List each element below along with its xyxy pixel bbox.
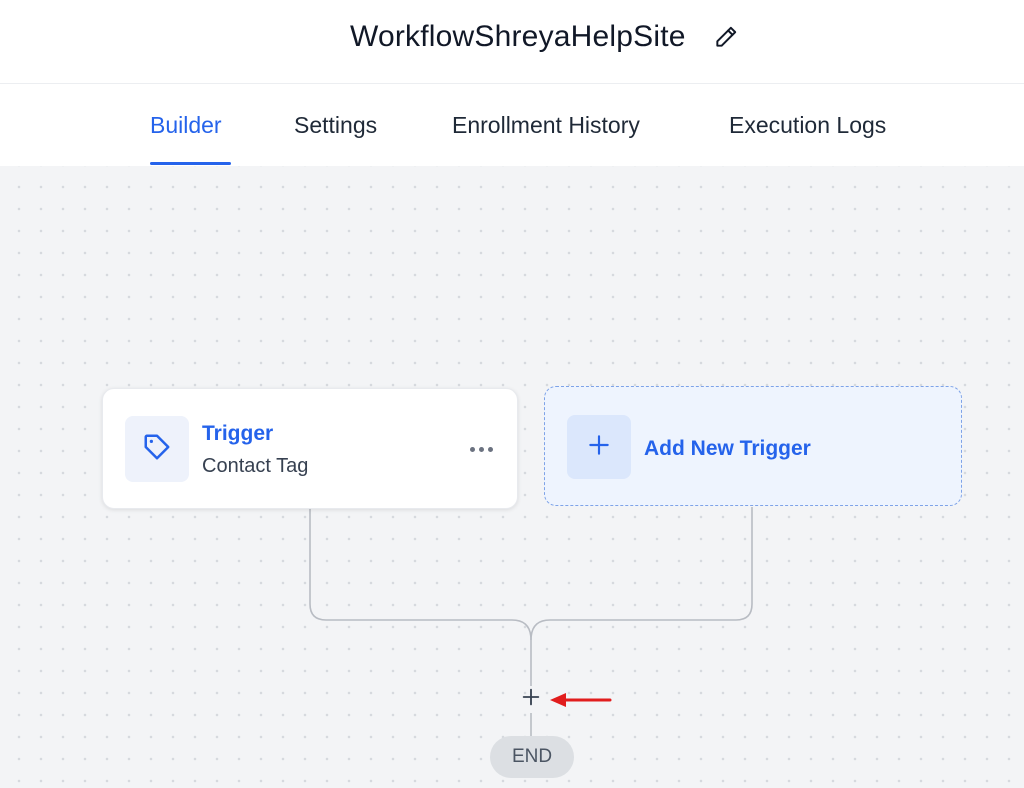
tab-execution-logs[interactable]: Execution Logs [729, 112, 886, 139]
red-arrow-icon [550, 693, 612, 707]
trigger-subtitle: Contact Tag [202, 455, 309, 477]
trigger-icon-box [125, 416, 189, 482]
trigger-title: Trigger [202, 422, 274, 445]
tab-settings[interactable]: Settings [294, 112, 377, 139]
trigger-card[interactable]: Trigger Contact Tag [102, 388, 518, 509]
add-step-button[interactable] [518, 686, 544, 712]
pencil-icon[interactable] [712, 23, 740, 51]
tab-builder[interactable]: Builder [150, 112, 222, 139]
tab-enrollment-history[interactable]: Enrollment History [452, 112, 640, 139]
active-tab-indicator [150, 162, 231, 165]
plus-icon [520, 686, 542, 713]
title-bar: WorkflowShreyaHelpSite [0, 0, 1024, 84]
end-node: END [490, 736, 574, 778]
workflow-title: WorkflowShreyaHelpSite [350, 20, 686, 53]
add-new-trigger-label: Add New Trigger [644, 437, 811, 460]
plus-icon [586, 432, 612, 463]
add-trigger-icon-box [567, 415, 631, 479]
more-horizontal-icon[interactable] [461, 435, 501, 463]
add-new-trigger-button[interactable]: Add New Trigger [544, 386, 962, 506]
tag-icon [142, 432, 172, 467]
workflow-title-group: WorkflowShreyaHelpSite [350, 16, 740, 58]
tab-bar: Builder Settings Enrollment History Exec… [0, 84, 1024, 166]
